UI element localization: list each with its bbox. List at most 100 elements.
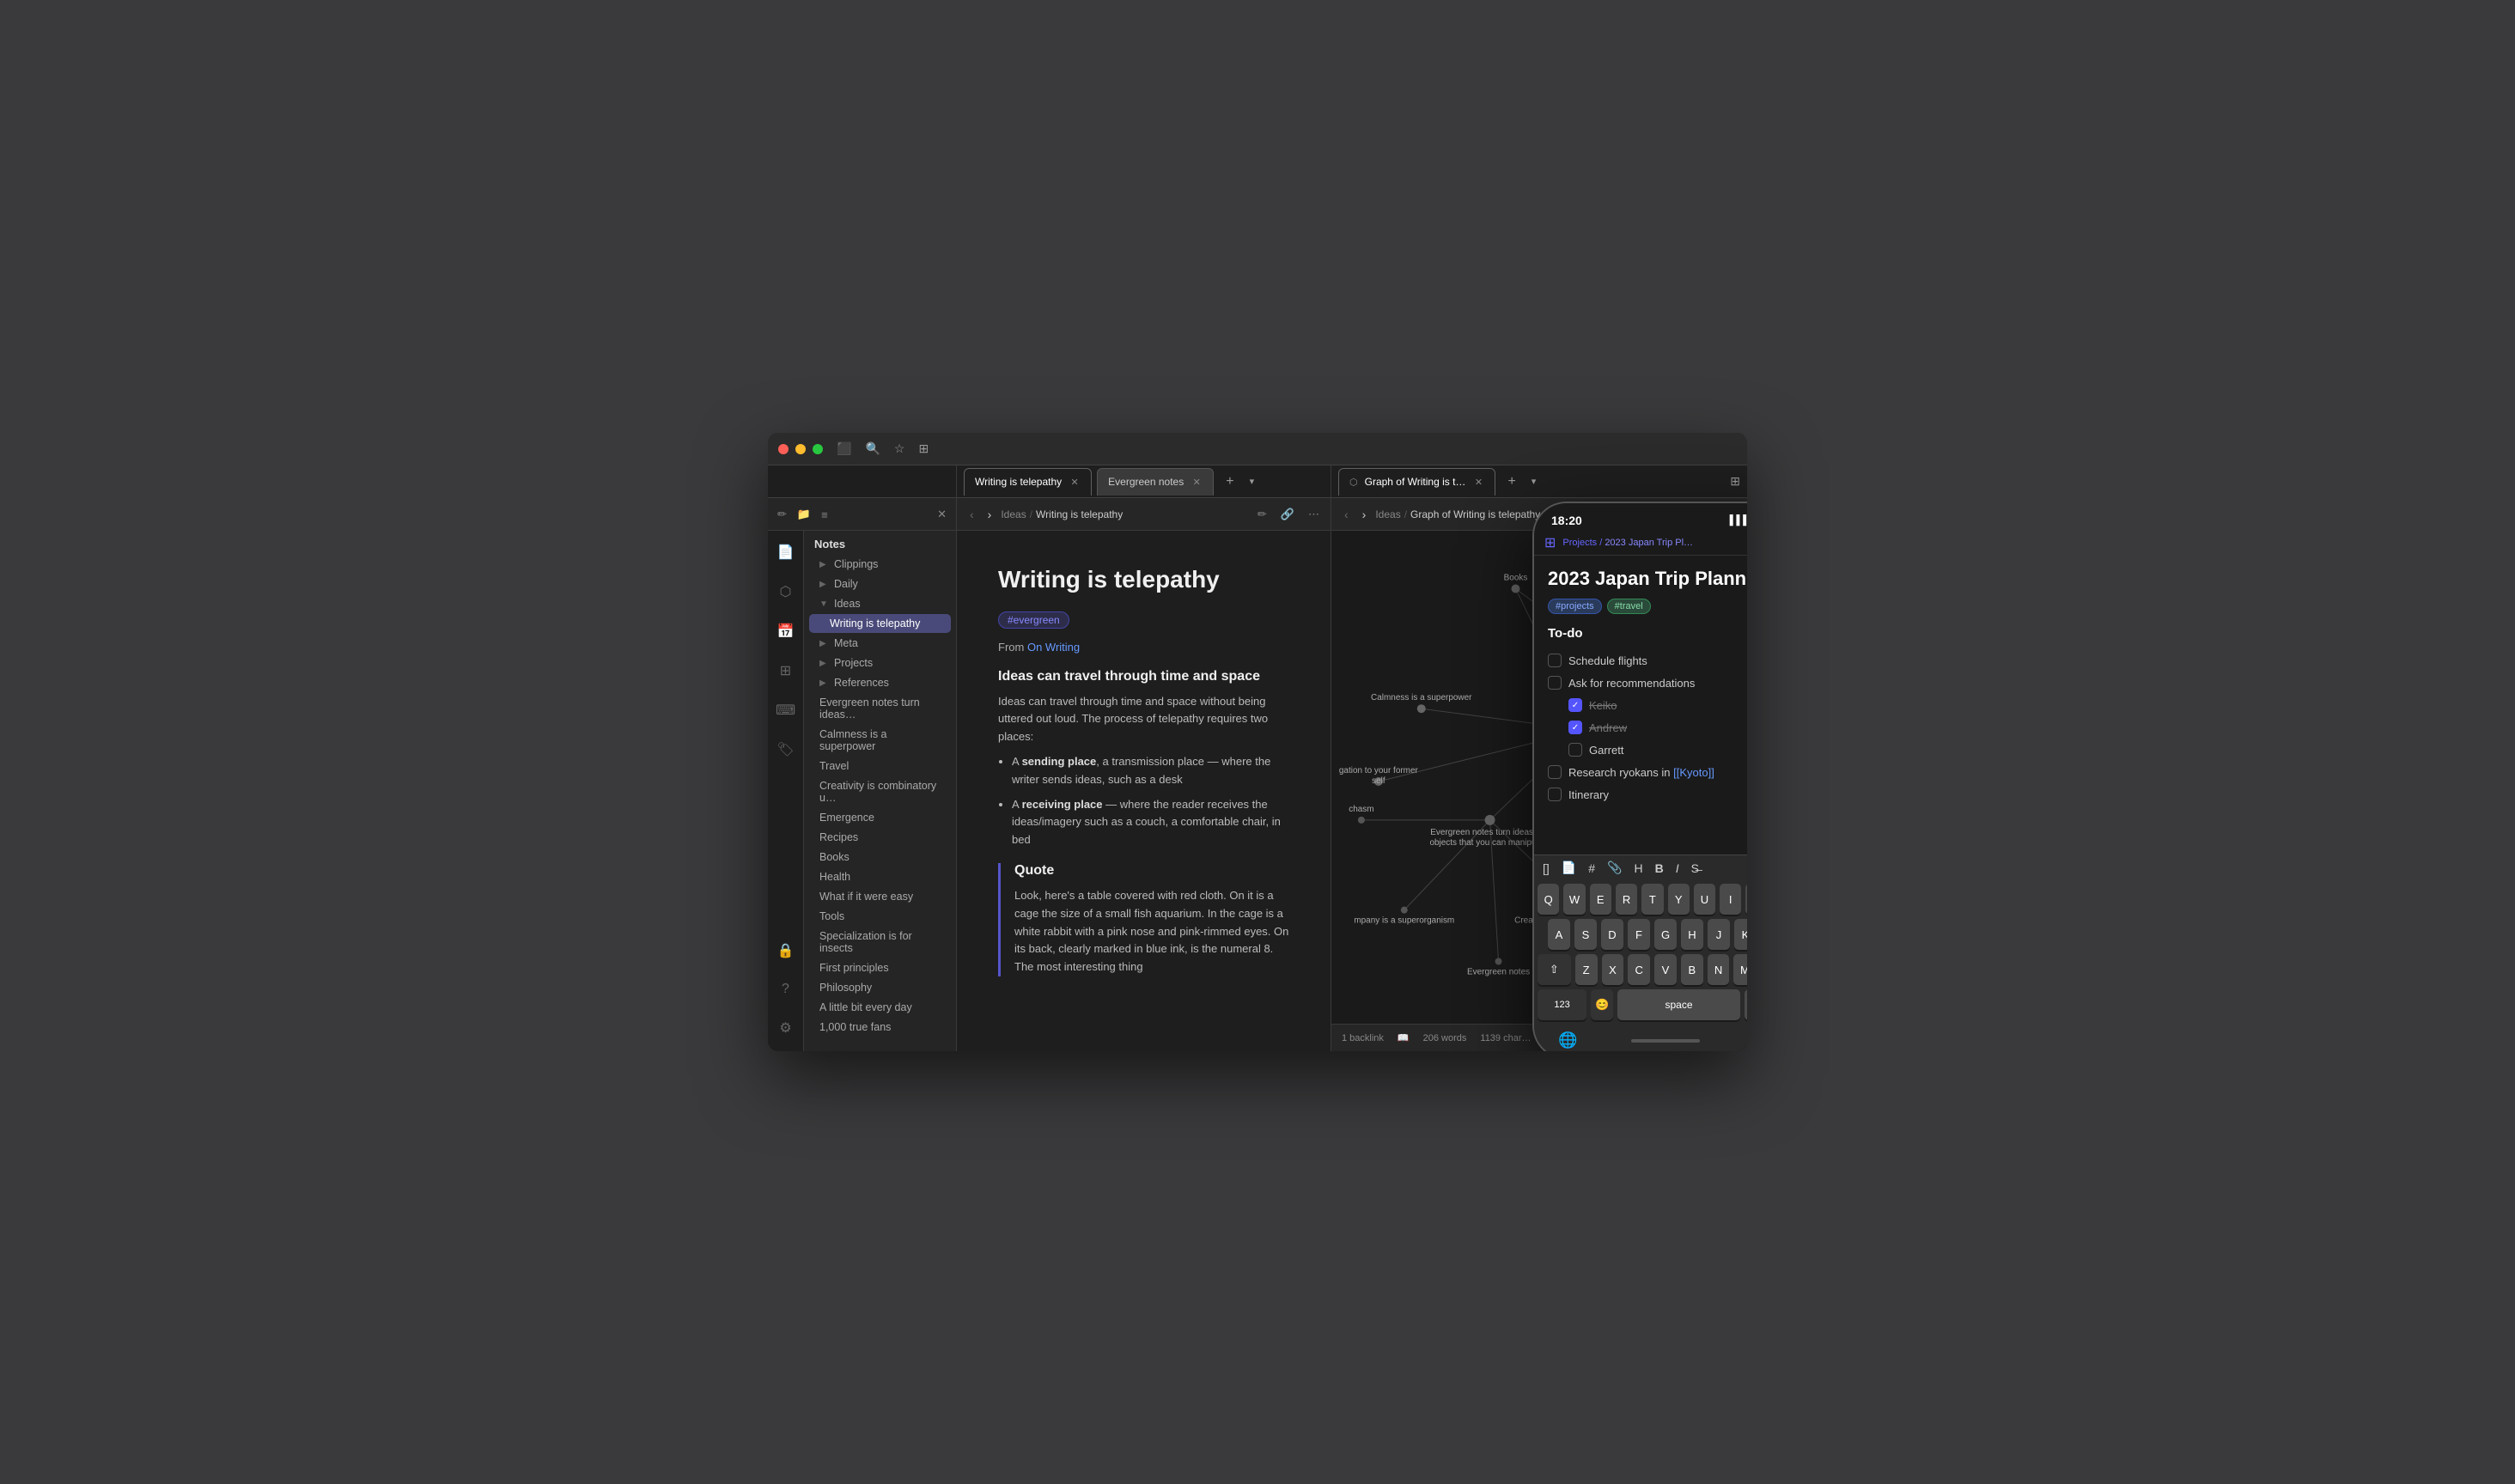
checkbox-schedule-flights[interactable] — [1548, 654, 1562, 667]
sidebar-toggle-icon[interactable]: ⬛ — [837, 441, 851, 456]
node-books[interactable] — [1512, 585, 1520, 593]
sidebar-item-creativity[interactable]: Creativity is combinatory u… — [809, 776, 951, 807]
key-h[interactable]: H — [1681, 919, 1703, 950]
checkbox-ryokans[interactable] — [1548, 765, 1562, 779]
key-w[interactable]: W — [1563, 884, 1585, 915]
todo-research-ryokans[interactable]: Research ryokans in [[Kyoto]] — [1548, 761, 1747, 783]
todo-itinerary[interactable]: Itinerary — [1548, 783, 1747, 806]
back-arrow[interactable]: ‹ — [965, 505, 978, 524]
new-folder-icon[interactable]: 📁 — [795, 505, 813, 524]
key-c[interactable]: C — [1628, 954, 1650, 985]
key-q[interactable]: Q — [1538, 884, 1559, 915]
key-123[interactable]: 123 — [1538, 989, 1586, 1020]
sidebar-item-clippings[interactable]: ▶ Clippings — [809, 555, 951, 574]
node-calmness[interactable] — [1417, 704, 1426, 713]
key-y[interactable]: Y — [1668, 884, 1690, 915]
new-note-icon[interactable]: ✏ — [775, 505, 789, 524]
kb-header-icon[interactable]: H — [1634, 861, 1642, 875]
key-b[interactable]: B — [1681, 954, 1703, 985]
checkbox-itinerary[interactable] — [1548, 788, 1562, 801]
breadcrumb-ideas-2[interactable]: Ideas — [1375, 508, 1400, 520]
kb-tag-icon[interactable]: # — [1588, 861, 1595, 875]
node-chasm[interactable] — [1358, 817, 1365, 824]
tab-graph[interactable]: ⬡ Graph of Writing is t… ✕ — [1338, 468, 1495, 496]
key-g[interactable]: G — [1654, 919, 1677, 950]
breadcrumb-ideas[interactable]: Ideas — [1001, 508, 1026, 520]
kb-bracket-icon[interactable]: [] — [1543, 861, 1550, 875]
phone-layout-icon[interactable]: ⊞ — [1544, 534, 1556, 551]
key-k[interactable]: K — [1734, 919, 1747, 950]
help-icon[interactable]: ? — [777, 977, 794, 1001]
close-sidebar-icon[interactable]: ✕ — [935, 505, 949, 524]
key-v[interactable]: V — [1654, 954, 1677, 985]
sidebar-item-references[interactable]: ▶ References — [809, 673, 951, 692]
todo-garrett[interactable]: Garrett — [1548, 739, 1747, 761]
checkbox-ask-recs[interactable] — [1548, 676, 1562, 690]
tab-writing-telepathy[interactable]: Writing is telepathy ✕ — [964, 468, 1092, 496]
key-i[interactable]: I — [1720, 884, 1741, 915]
minimize-button[interactable] — [795, 444, 806, 454]
tag-projects[interactable]: #projects — [1548, 599, 1602, 614]
key-x[interactable]: X — [1602, 954, 1624, 985]
sidebar-item-ideas[interactable]: ▼ Ideas — [809, 594, 951, 613]
sidebar-item-tools[interactable]: Tools — [809, 907, 951, 926]
todo-ask-recommendations[interactable]: Ask for recommendations — [1548, 672, 1747, 694]
link-icon[interactable]: 🔗 — [1278, 505, 1297, 524]
key-shift[interactable]: ⇧ — [1538, 954, 1571, 985]
key-j[interactable]: J — [1708, 919, 1730, 950]
edit-icon[interactable]: ✏ — [1255, 505, 1270, 524]
fullscreen-button[interactable] — [813, 444, 823, 454]
note-editor[interactable]: Writing is telepathy #evergreen From On … — [957, 531, 1331, 1051]
checkbox-garrett[interactable] — [1568, 743, 1582, 757]
sidebar-item-first-principles[interactable]: First principles — [809, 958, 951, 977]
close-button[interactable] — [778, 444, 789, 454]
terminal-icon[interactable]: ⌨ — [771, 697, 800, 723]
tab-chevron-icon-2[interactable]: ▾ — [1526, 472, 1542, 490]
layout-icon[interactable]: ⊞ — [918, 441, 929, 456]
node-evergreen-transform[interactable] — [1485, 815, 1495, 825]
calendar-icon[interactable]: 📅 — [773, 618, 799, 644]
phone-content[interactable]: 2023 Japan Trip Planning #projects #trav… — [1534, 556, 1747, 855]
checkbox-keiko[interactable] — [1568, 698, 1582, 712]
kb-italic-icon[interactable]: I — [1676, 861, 1679, 875]
blocks-icon[interactable]: ⊞ — [776, 658, 795, 684]
tab-evergreen-notes[interactable]: Evergreen notes ✕ — [1097, 468, 1214, 496]
kb-strikethrough-icon[interactable]: S̶ — [1691, 861, 1699, 875]
key-space[interactable]: space — [1617, 989, 1740, 1020]
back-arrow-graph[interactable]: ‹ — [1340, 505, 1353, 524]
key-m[interactable]: M — [1733, 954, 1747, 985]
vault-icon[interactable]: 🔒 — [773, 938, 799, 964]
sort-icon[interactable]: ≡ — [819, 506, 831, 524]
sidebar-item-what-if[interactable]: What if it were easy — [809, 887, 951, 906]
layout-icon-2[interactable]: ⊞ — [1730, 474, 1740, 489]
tab-close-icon[interactable]: ✕ — [1191, 476, 1203, 488]
key-t[interactable]: T — [1641, 884, 1663, 915]
key-f[interactable]: F — [1628, 919, 1650, 950]
sidebar-item-calmness[interactable]: Calmness is a superpower — [809, 725, 951, 756]
key-n[interactable]: N — [1708, 954, 1730, 985]
globe-icon[interactable]: 🌐 — [1551, 1028, 1584, 1051]
tab-chevron-icon[interactable]: ▾ — [1245, 472, 1260, 490]
on-writing-link[interactable]: On Writing — [1027, 641, 1080, 654]
key-r[interactable]: R — [1616, 884, 1637, 915]
todo-andrew[interactable]: Andrew — [1548, 716, 1747, 739]
node-evergreen-simple[interactable] — [1495, 958, 1502, 965]
kyoto-link[interactable]: [[Kyoto]] — [1673, 766, 1714, 779]
key-u[interactable]: U — [1694, 884, 1715, 915]
notes-icon[interactable]: 📄 — [773, 539, 799, 565]
evergreen-tag[interactable]: #evergreen — [998, 611, 1069, 629]
sidebar-item-recipes[interactable]: Recipes — [809, 828, 951, 847]
key-emoji[interactable]: 😊 — [1591, 989, 1613, 1020]
sidebar-item-health[interactable]: Health — [809, 867, 951, 886]
forward-arrow[interactable]: › — [983, 505, 996, 524]
sidebar-item-meta[interactable]: ▶ Meta — [809, 634, 951, 653]
sidebar-item-projects[interactable]: ▶ Projects — [809, 654, 951, 672]
tab-close-icon[interactable]: ✕ — [1069, 476, 1081, 488]
star-icon[interactable]: ☆ — [894, 441, 905, 456]
checkbox-andrew[interactable] — [1568, 721, 1582, 734]
sidebar-item-travel[interactable]: Travel — [809, 757, 951, 775]
tags-icon[interactable]: 🏷 — [772, 737, 798, 763]
key-o[interactable]: O — [1745, 884, 1747, 915]
search-icon[interactable]: 🔍 — [865, 441, 880, 456]
tag-travel[interactable]: #travel — [1607, 599, 1651, 614]
